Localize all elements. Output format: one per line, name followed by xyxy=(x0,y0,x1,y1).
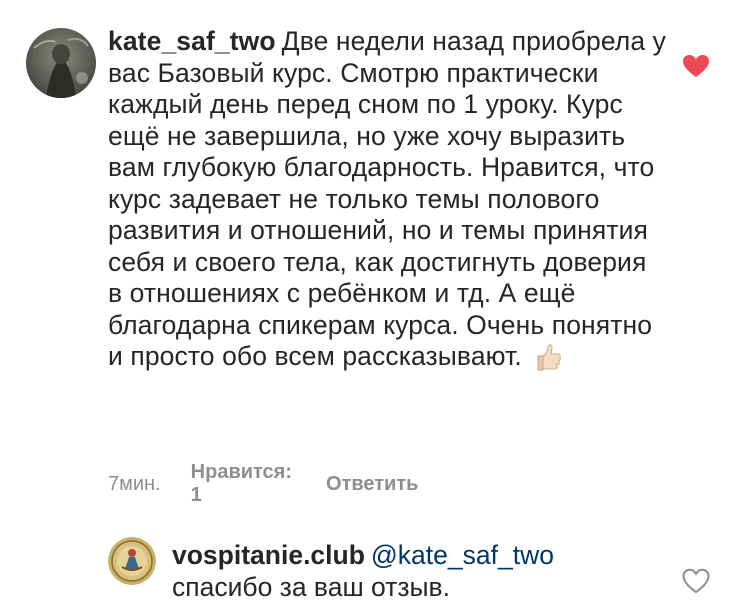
comment-body: kate_saf_two Две недели назад приобрела у… xyxy=(108,26,668,375)
comment-text: Две недели назад приобрела у вас Базовый… xyxy=(108,26,667,371)
thumbs-up-icon xyxy=(530,341,564,375)
reply-mention-link[interactable]: @kate_saf_two xyxy=(371,540,554,570)
like-heart-icon[interactable] xyxy=(682,54,710,78)
like-heart-outline-icon[interactable] xyxy=(682,568,710,594)
avatar-photo xyxy=(26,28,96,98)
reply-avatar-logo xyxy=(108,537,156,585)
avatar[interactable] xyxy=(26,28,96,98)
reply-button[interactable]: Ответить xyxy=(326,473,418,496)
reply-avatar[interactable] xyxy=(108,537,156,585)
reply-username[interactable]: vospitanie.club xyxy=(172,540,365,570)
comment-meta: 7мин. Нравится: 1 Ответить xyxy=(108,461,418,507)
comment-time: 7мин. xyxy=(108,472,161,495)
likes-count-link[interactable]: Нравится: 1 xyxy=(191,461,292,507)
reply-body: vospitanie.club @kate_saf_two спасибо за в… xyxy=(172,540,642,603)
comment-username[interactable]: kate_saf_two xyxy=(108,26,276,56)
reply-text: спасибо за ваш отзыв. xyxy=(172,571,450,602)
